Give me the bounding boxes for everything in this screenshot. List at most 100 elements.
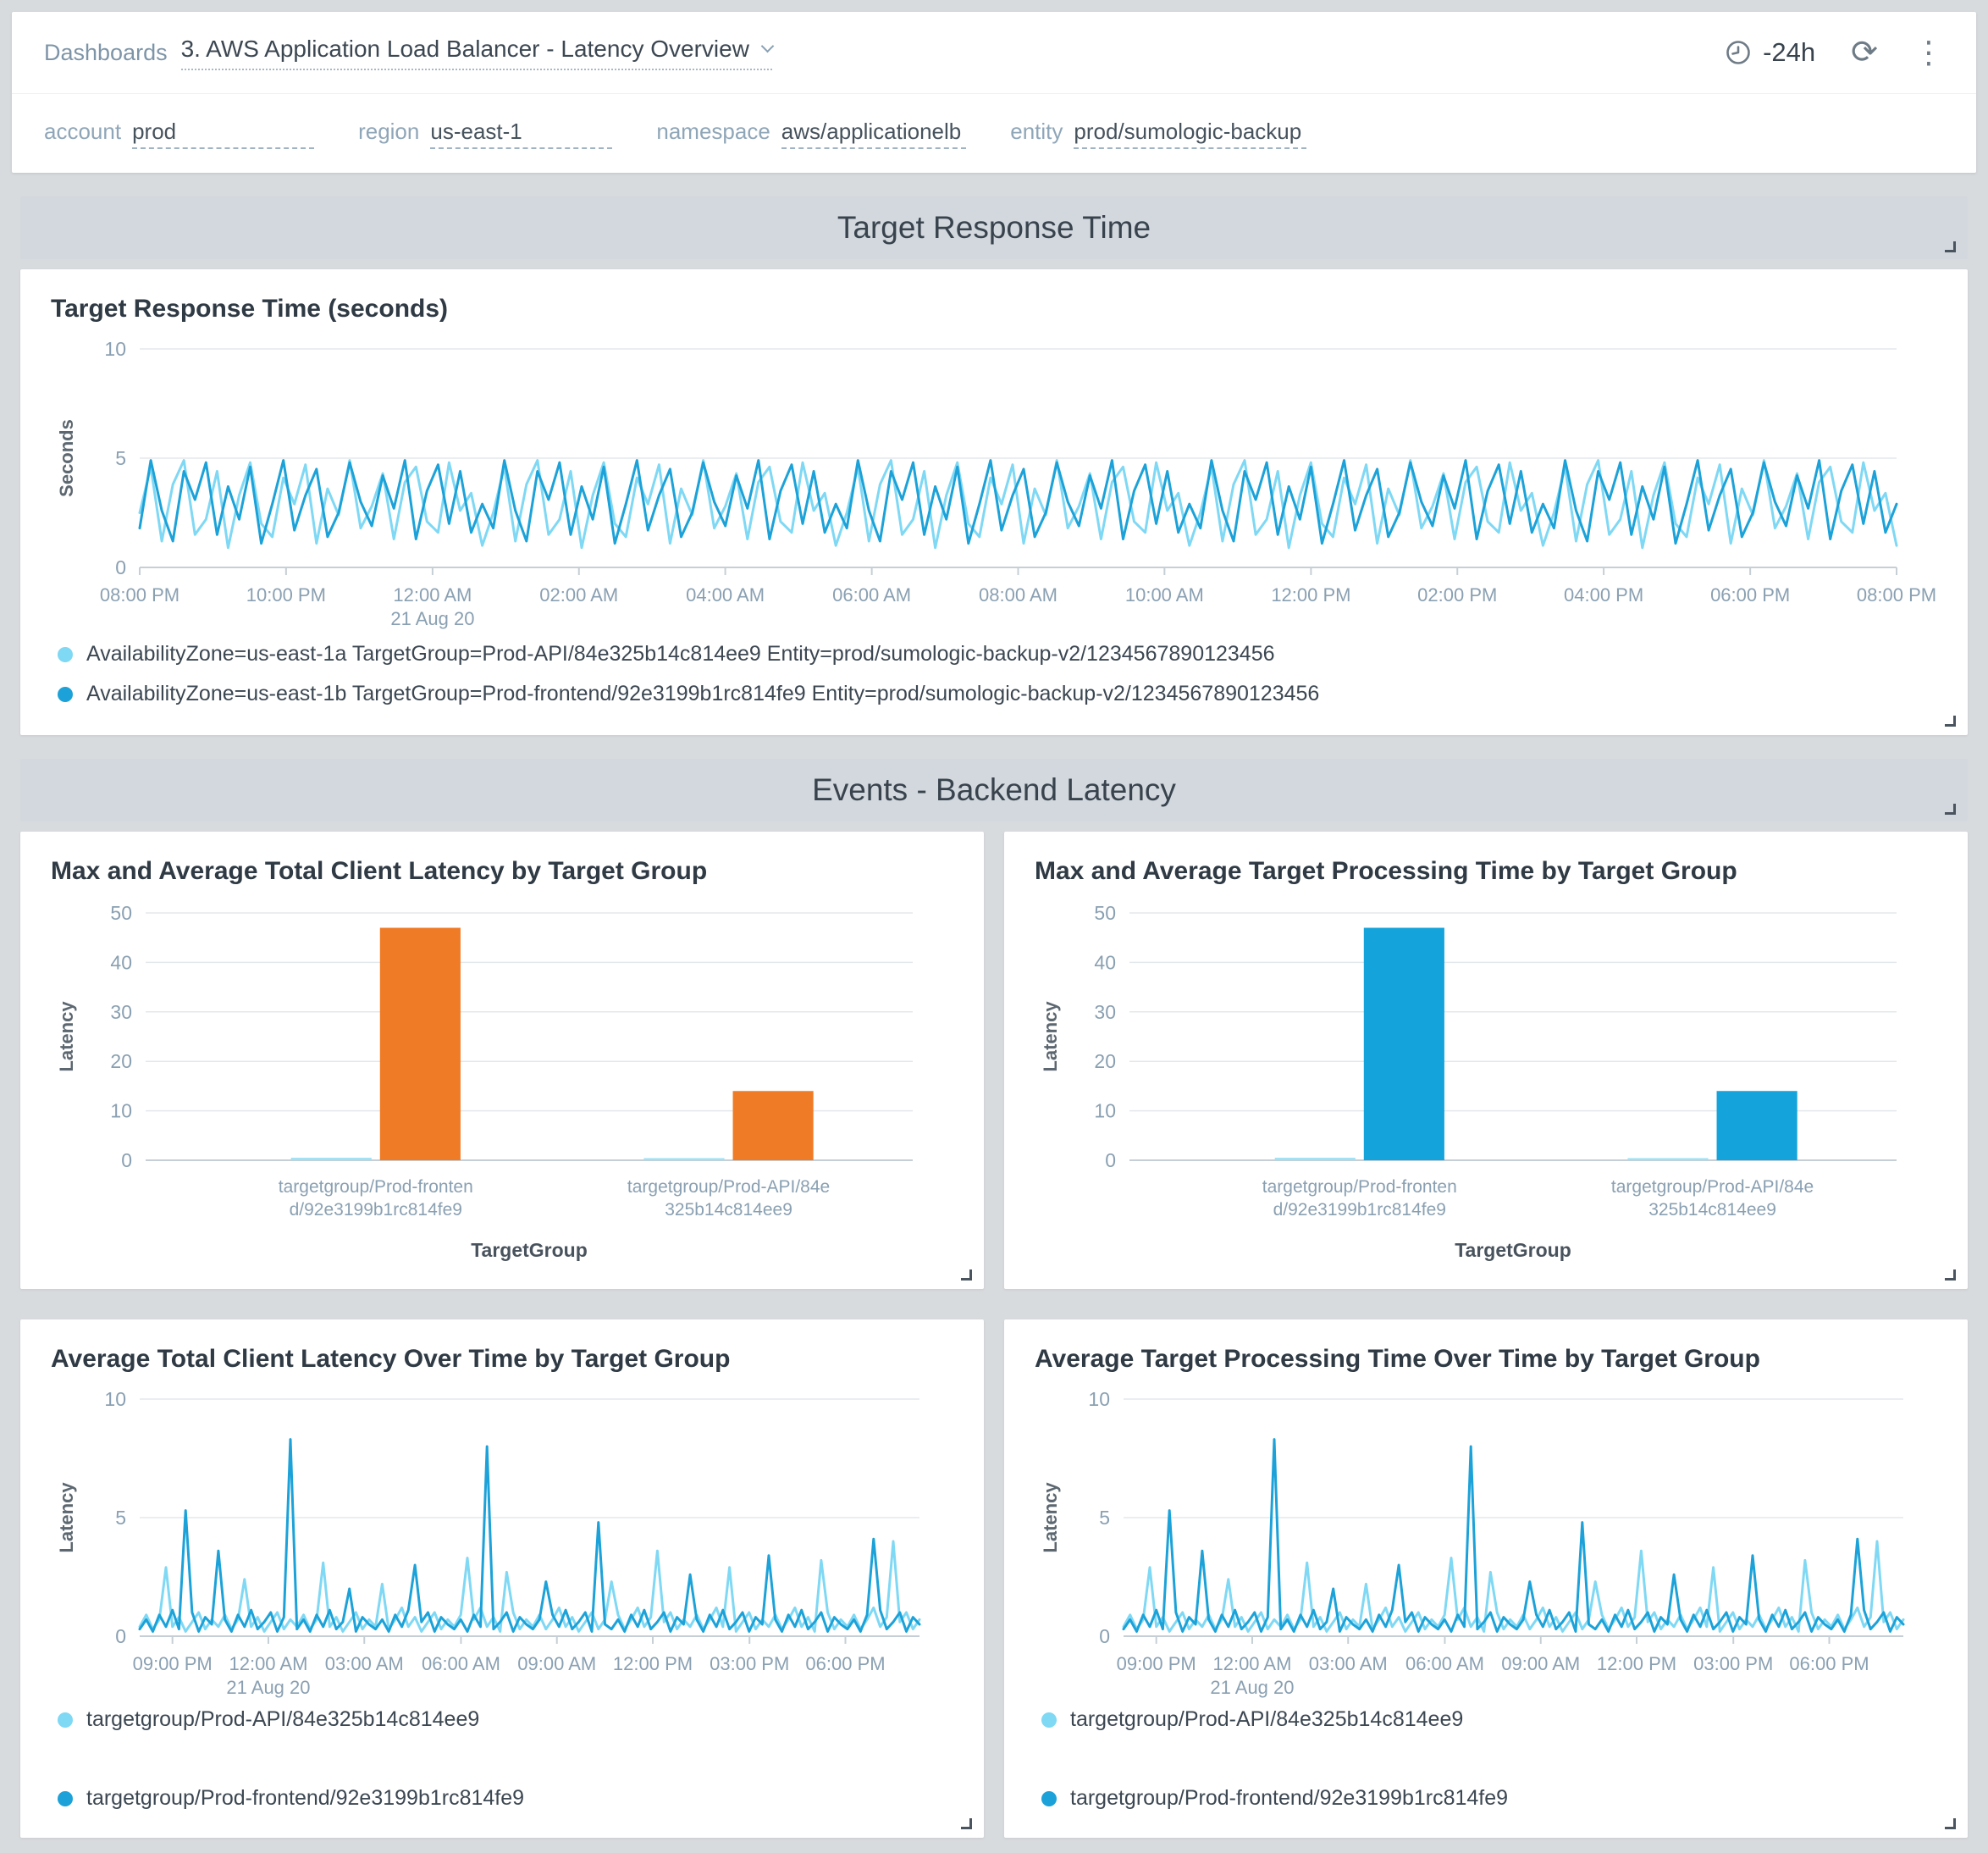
svg-text:10:00 AM: 10:00 AM bbox=[1125, 584, 1204, 606]
kebab-menu-icon[interactable]: ⋮ bbox=[1913, 37, 1944, 68]
legend-label: targetgroup/Prod-API/84e325b14c814ee9 bbox=[1070, 1707, 1463, 1732]
refresh-icon[interactable]: ⟳ bbox=[1851, 36, 1878, 69]
svg-text:5: 5 bbox=[1099, 1507, 1110, 1529]
svg-text:12:00 AM: 12:00 AM bbox=[393, 584, 472, 606]
svg-text:04:00 PM: 04:00 PM bbox=[1564, 584, 1643, 606]
svg-text:06:00 AM: 06:00 AM bbox=[1405, 1653, 1484, 1674]
filter-account: account prod bbox=[44, 119, 314, 149]
svg-text:10: 10 bbox=[104, 338, 126, 360]
svg-text:06:00 PM: 06:00 PM bbox=[805, 1653, 885, 1674]
svg-text:02:00 AM: 02:00 AM bbox=[539, 584, 618, 606]
panel-title: Average Target Processing Time Over Time… bbox=[1035, 1345, 1937, 1374]
filter-namespace: namespace aws/applicationelb bbox=[656, 119, 966, 149]
time-range-button[interactable]: -24h bbox=[1725, 37, 1815, 68]
svg-text:10: 10 bbox=[110, 1100, 132, 1122]
legend-label: targetgroup/Prod-frontend/92e3199b1rc814… bbox=[1070, 1786, 1508, 1811]
resize-corner-icon[interactable] bbox=[1945, 716, 1956, 727]
dashboard-content: Target Response Time Target Response Tim… bbox=[12, 196, 1976, 1838]
svg-text:03:00 PM: 03:00 PM bbox=[1693, 1653, 1773, 1674]
filter-account-value[interactable]: prod bbox=[132, 119, 314, 149]
svg-text:Seconds: Seconds bbox=[56, 419, 77, 497]
filter-namespace-label: namespace bbox=[656, 119, 770, 145]
legend-dot bbox=[58, 647, 73, 662]
filter-region-value[interactable]: us-east-1 bbox=[430, 119, 612, 149]
svg-text:targetgroup/Prod-API/84e: targetgroup/Prod-API/84e bbox=[1611, 1177, 1814, 1197]
panel-title: Max and Average Target Processing Time b… bbox=[1035, 857, 1937, 886]
legend-item-us-east-1b[interactable]: AvailabilityZone=us-east-1b TargetGroup=… bbox=[58, 682, 1937, 706]
svg-text:targetgroup/Prod-fronten: targetgroup/Prod-fronten bbox=[1262, 1177, 1457, 1197]
svg-text:50: 50 bbox=[110, 902, 132, 924]
svg-text:06:00 PM: 06:00 PM bbox=[1710, 584, 1790, 606]
svg-text:10: 10 bbox=[1088, 1388, 1110, 1410]
svg-text:10: 10 bbox=[1094, 1100, 1116, 1122]
svg-text:20: 20 bbox=[1094, 1050, 1116, 1072]
svg-text:09:00 AM: 09:00 AM bbox=[1501, 1653, 1580, 1674]
svg-text:0: 0 bbox=[1099, 1625, 1110, 1647]
legend-label: targetgroup/Prod-API/84e325b14c814ee9 bbox=[86, 1707, 479, 1732]
resize-corner-icon[interactable] bbox=[1945, 241, 1956, 252]
filter-entity: entity prod/sumologic-backup bbox=[1010, 119, 1306, 149]
legend-item-prod-frontend[interactable]: targetgroup/Prod-frontend/92e3199b1rc814… bbox=[1041, 1786, 1508, 1811]
svg-text:40: 40 bbox=[110, 951, 132, 973]
legend-item-prod-frontend[interactable]: targetgroup/Prod-frontend/92e3199b1rc814… bbox=[58, 1786, 524, 1811]
response-time-chart[interactable]: 0510Seconds08:00 PM10:00 PM12:00 AM21 Au… bbox=[51, 337, 1937, 633]
svg-text:40: 40 bbox=[1094, 951, 1116, 973]
legend-dot bbox=[58, 1712, 73, 1728]
time-range-label: -24h bbox=[1763, 37, 1815, 68]
legend-label: AvailabilityZone=us-east-1b TargetGroup=… bbox=[86, 682, 1319, 706]
svg-text:21 Aug 20: 21 Aug 20 bbox=[1210, 1677, 1294, 1698]
legend-item-prod-api[interactable]: targetgroup/Prod-API/84e325b14c814ee9 bbox=[1041, 1707, 1463, 1732]
legend-dot bbox=[1041, 1791, 1057, 1806]
panel-max-target-processing: Max and Average Target Processing Time b… bbox=[1004, 832, 1968, 1289]
svg-text:5: 5 bbox=[115, 447, 126, 469]
dashboard-title-dropdown[interactable]: 3. AWS Application Load Balancer - Laten… bbox=[181, 36, 772, 70]
svg-text:09:00 AM: 09:00 AM bbox=[517, 1653, 596, 1674]
clock-icon bbox=[1725, 39, 1752, 66]
filter-account-label: account bbox=[44, 119, 121, 145]
resize-corner-icon[interactable] bbox=[961, 1269, 972, 1281]
svg-text:325b14c814ee9: 325b14c814ee9 bbox=[665, 1200, 792, 1220]
svg-text:d/92e3199b1rc814fe9: d/92e3199b1rc814fe9 bbox=[1273, 1200, 1446, 1220]
svg-text:04:00 AM: 04:00 AM bbox=[686, 584, 765, 606]
svg-text:09:00 PM: 09:00 PM bbox=[133, 1653, 213, 1674]
max-client-latency-chart[interactable]: 01020304050Latencytargetgroup/Prod-front… bbox=[51, 899, 953, 1272]
svg-text:TargetGroup: TargetGroup bbox=[471, 1239, 588, 1261]
filter-region: region us-east-1 bbox=[358, 119, 612, 149]
svg-text:12:00 PM: 12:00 PM bbox=[613, 1653, 693, 1674]
legend-item-us-east-1a[interactable]: AvailabilityZone=us-east-1a TargetGroup=… bbox=[58, 642, 1937, 667]
svg-text:21 Aug 20: 21 Aug 20 bbox=[226, 1677, 310, 1698]
filter-namespace-value[interactable]: aws/applicationelb bbox=[781, 119, 966, 149]
svg-text:09:00 PM: 09:00 PM bbox=[1117, 1653, 1196, 1674]
panel-title: Target Response Time (seconds) bbox=[51, 295, 1937, 324]
section-title: Events - Backend Latency bbox=[812, 772, 1176, 808]
svg-text:08:00 AM: 08:00 AM bbox=[979, 584, 1058, 606]
panel-avg-client-latency: Average Total Client Latency Over Time b… bbox=[20, 1319, 984, 1838]
svg-text:0: 0 bbox=[1105, 1149, 1116, 1171]
avg-client-latency-chart[interactable]: 0510Latency09:00 PM12:00 AM21 Aug 2003:0… bbox=[51, 1387, 953, 1702]
panel-avg-target-processing: Average Target Processing Time Over Time… bbox=[1004, 1319, 1968, 1838]
svg-text:08:00 PM: 08:00 PM bbox=[1857, 584, 1936, 606]
max-target-processing-chart[interactable]: 01020304050Latencytargetgroup/Prod-front… bbox=[1035, 899, 1937, 1272]
panel-title: Max and Average Total Client Latency by … bbox=[51, 857, 953, 886]
panel-target-response-time: Target Response Time (seconds) 0510Secon… bbox=[20, 269, 1968, 735]
filter-entity-value[interactable]: prod/sumologic-backup bbox=[1074, 119, 1306, 149]
breadcrumb[interactable]: Dashboards bbox=[44, 40, 168, 66]
svg-text:06:00 PM: 06:00 PM bbox=[1789, 1653, 1869, 1674]
resize-corner-icon[interactable] bbox=[1945, 1818, 1956, 1829]
avg-target-processing-chart[interactable]: 0510Latency09:00 PM12:00 AM21 Aug 2003:0… bbox=[1035, 1387, 1937, 1702]
svg-text:30: 30 bbox=[110, 1001, 132, 1023]
resize-corner-icon[interactable] bbox=[961, 1818, 972, 1829]
legend-dot bbox=[1041, 1712, 1057, 1728]
bar-charts-row: Max and Average Total Client Latency by … bbox=[20, 832, 1968, 1289]
svg-text:03:00 AM: 03:00 AM bbox=[325, 1653, 404, 1674]
chevron-down-icon bbox=[761, 40, 775, 53]
resize-corner-icon[interactable] bbox=[1945, 1269, 1956, 1281]
avg-client-legend: targetgroup/Prod-API/84e325b14c814ee9 ta… bbox=[51, 1707, 953, 1821]
svg-text:10:00 PM: 10:00 PM bbox=[246, 584, 326, 606]
legend-label: targetgroup/Prod-frontend/92e3199b1rc814… bbox=[86, 1786, 524, 1811]
header-block: Dashboards 3. AWS Application Load Balan… bbox=[12, 12, 1976, 173]
resize-corner-icon[interactable] bbox=[1945, 804, 1956, 815]
legend-item-prod-api[interactable]: targetgroup/Prod-API/84e325b14c814ee9 bbox=[58, 1707, 479, 1732]
svg-text:03:00 PM: 03:00 PM bbox=[710, 1653, 789, 1674]
svg-text:50: 50 bbox=[1094, 902, 1116, 924]
